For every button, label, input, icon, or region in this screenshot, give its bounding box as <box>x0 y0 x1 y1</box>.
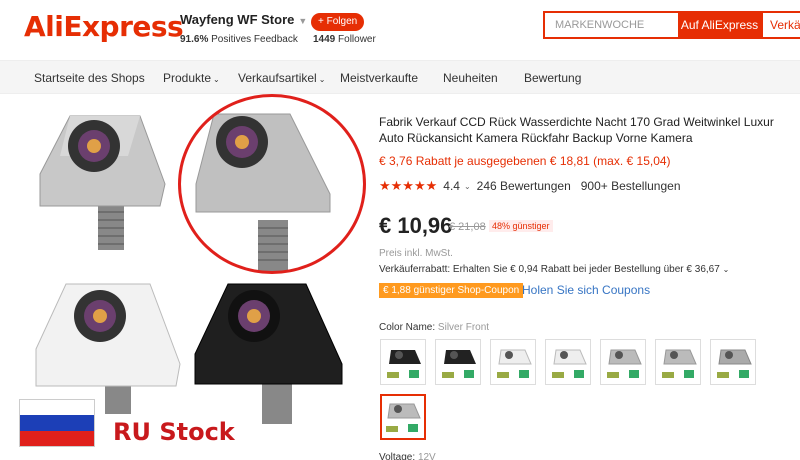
seller-discount-text: Verkäuferrabatt: Erhalten Sie € 0,94 Rab… <box>379 264 720 275</box>
camera-thumbnail <box>607 349 642 378</box>
nav-new-arrivals[interactable]: Neuheiten <box>443 71 498 85</box>
color-swatch-6[interactable] <box>655 339 701 385</box>
nav-label: Verkaufsartikel <box>238 71 317 85</box>
nav-store-home[interactable]: Startseite des Shops <box>34 71 145 85</box>
product-image[interactable]: RU Stock <box>0 94 370 460</box>
camera-thumbnail <box>386 403 421 432</box>
voltage-value: 12V <box>417 452 436 460</box>
current-price: € 10,96 <box>379 213 453 238</box>
camera-silver-left <box>39 115 166 250</box>
followers: 1449 Follower <box>313 34 376 45</box>
product-title: Fabrik Verkauf CCD Rück Wasserdichte Nac… <box>379 115 774 145</box>
nav-label: Bewertung <box>524 71 582 85</box>
store-nav: Startseite des Shops Produkte ⌄ Verkaufsa… <box>0 60 800 94</box>
ru-stock-label: RU Stock <box>113 418 235 446</box>
camera-thumbnail <box>662 349 697 378</box>
voltage-label-text: Voltage: <box>379 452 416 460</box>
header: AliExpress Wayfeng WF Store ▼ 91.6% Posit… <box>0 0 800 60</box>
color-swatch-4[interactable] <box>545 339 591 385</box>
aliexpress-logo[interactable]: AliExpress <box>24 10 184 43</box>
seller-discount[interactable]: Verkäuferrabatt: Erhalten Sie € 0,94 Rab… <box>379 264 729 275</box>
search-input[interactable]: MARKENWOCHE <box>543 11 678 39</box>
rating-stars-icon: ★★★★★ <box>379 178 438 193</box>
camera-thumbnail <box>497 349 532 378</box>
color-label-text: Color Name: <box>379 322 436 333</box>
chevron-down-icon: ⌄ <box>318 75 326 84</box>
store-name[interactable]: Wayfeng WF Store ▼ <box>180 12 307 27</box>
color-swatch-3[interactable] <box>490 339 536 385</box>
color-label: Color Name: Silver Front <box>379 322 489 333</box>
feedback-percent: 91.6% <box>180 34 209 45</box>
search-store-button[interactable]: Verkäu <box>761 11 800 39</box>
chevron-down-icon: ⌄ <box>213 75 220 84</box>
nav-label: Neuheiten <box>443 71 498 85</box>
rating-row: ★★★★★ 4.4 ⌄ 246 Bewertungen 900+ Bestell… <box>379 178 681 194</box>
followers-label: Follower <box>338 34 376 45</box>
nav-sale-items[interactable]: Verkaufsartikel ⌄ <box>238 71 325 85</box>
color-swatch-5[interactable] <box>600 339 646 385</box>
color-swatch-8-selected[interactable] <box>380 394 426 440</box>
camera-thumbnail <box>387 350 421 378</box>
orders-count: 900+ Bestellungen <box>580 179 681 193</box>
rating-value[interactable]: 4.4 <box>443 179 460 193</box>
feedback-label: Positives Feedback <box>211 34 298 45</box>
nav-bestsellers[interactable]: Meistverkaufte <box>340 71 418 85</box>
voltage-label: Voltage: 12V <box>379 452 436 460</box>
store-feedback: 91.6% Positives Feedback <box>180 34 298 45</box>
followers-count: 1449 <box>313 34 336 45</box>
color-value: Silver Front <box>437 322 490 333</box>
color-swatch-7[interactable] <box>710 339 756 385</box>
follow-button[interactable]: + Folgen <box>311 13 365 31</box>
original-price: € 21,08 <box>449 221 486 233</box>
nav-reviews[interactable]: Bewertung <box>524 71 581 85</box>
camera-thumbnail <box>442 350 476 378</box>
shop-coupon-badge: € 1,88 günstiger Shop-Coupon <box>379 283 524 298</box>
get-coupons-link[interactable]: Holen Sie sich Coupons <box>522 283 650 297</box>
nav-products[interactable]: Produkte ⌄ <box>163 71 220 85</box>
nav-label: Produkte <box>163 71 212 85</box>
chevron-down-icon: ⌄ <box>722 265 730 274</box>
chevron-down-icon[interactable]: ⌄ <box>464 182 471 191</box>
nav-label: Meistverkaufte <box>340 71 419 85</box>
caret-down-icon: ▼ <box>298 16 308 26</box>
camera-thumbnail <box>552 349 587 378</box>
discount-note: € 3,76 Rabatt je ausgegebenen € 18,81 (m… <box>379 154 671 168</box>
camera-thumbnail <box>717 349 752 378</box>
color-swatch-2[interactable] <box>435 339 481 385</box>
tax-note: Preis inkl. MwSt. <box>379 248 453 259</box>
reviews-link[interactable]: 246 Bewertungen <box>477 179 571 193</box>
camera-black <box>194 283 343 424</box>
color-swatch-1[interactable] <box>380 339 426 385</box>
highlight-circle <box>178 94 366 274</box>
search-aliexpress-button[interactable]: Auf AliExpress <box>678 11 761 39</box>
russian-flag-icon <box>19 399 95 447</box>
camera-white <box>35 283 181 414</box>
nav-label: Startseite des Shops <box>34 71 145 85</box>
discount-badge: 48% günstiger <box>489 220 553 232</box>
store-name-label: Wayfeng WF Store <box>180 12 295 27</box>
